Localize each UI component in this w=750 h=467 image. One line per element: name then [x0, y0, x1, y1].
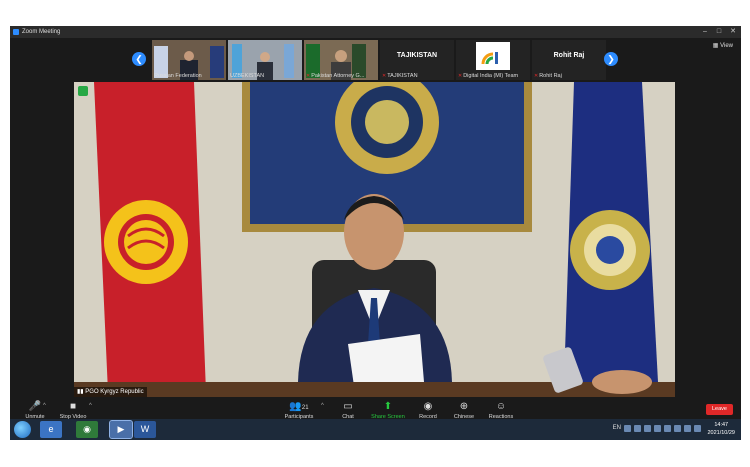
tray-icon[interactable] — [664, 425, 671, 432]
tray-icon[interactable] — [694, 425, 701, 432]
participant-thumbnail[interactable]: ✕Pakistan Attorney G... — [304, 40, 378, 80]
tray-icon[interactable] — [644, 425, 651, 432]
system-clock[interactable]: 14:47 2021/10/29 — [707, 421, 735, 437]
muted-mic-icon: ✕ — [534, 73, 539, 79]
zoom-window: Zoom Meeting – □ ✕ ❮ Russian Federation — [10, 26, 741, 438]
speaker-video-frame — [74, 82, 675, 397]
window-controls: – □ ✕ — [701, 28, 737, 36]
tray-icon[interactable] — [624, 425, 631, 432]
participant-name: ✕Pakistan Attorney G... — [306, 73, 365, 79]
wechat-icon[interactable]: ◉ — [76, 421, 98, 438]
muted-mic-icon: ✕ — [382, 73, 387, 79]
participant-display-name: Rohit Raj — [553, 52, 585, 59]
participant-name: ✕TAJIKISTAN — [382, 73, 418, 79]
view-button[interactable]: ▦ View — [713, 42, 733, 49]
smiley-plus-icon: ☺ — [495, 401, 507, 412]
title-bar: Zoom Meeting – □ ✕ — [10, 26, 741, 38]
tray-icon[interactable] — [684, 425, 691, 432]
zoom-taskbar-icon[interactable]: ▶ — [109, 420, 133, 439]
participant-name: UZBEKISTAN — [230, 73, 265, 79]
participant-thumbnail[interactable]: Rohit Raj ✕Rohit Raj — [532, 40, 606, 80]
internet-explorer-icon[interactable]: e — [40, 421, 62, 438]
muted-mic-icon: ✕ — [306, 73, 311, 79]
grid-icon: ▦ — [712, 43, 721, 49]
participant-thumbnail[interactable]: UZBEKISTAN — [228, 40, 302, 80]
active-speaker-video: ▮▮ PGO Kyrgyz Republic — [74, 82, 675, 397]
maximize-button[interactable]: □ — [715, 28, 723, 36]
window-title: Zoom Meeting — [22, 29, 61, 35]
speaker-nameplate: ▮▮ PGO Kyrgyz Republic — [74, 387, 147, 397]
encryption-shield-icon[interactable] — [78, 86, 88, 96]
participant-name: Russian Federation — [154, 73, 202, 79]
clock-date: 2021/10/29 — [707, 430, 735, 436]
participants-icon: 👥21 — [289, 401, 309, 412]
next-page-button[interactable]: ❯ — [604, 52, 618, 66]
tray-icon[interactable] — [674, 425, 681, 432]
participant-thumbnail[interactable]: Russian Federation — [152, 40, 226, 80]
participants-button[interactable]: 👥21 Participants — [274, 400, 324, 420]
previous-page-button[interactable]: ❮ — [132, 52, 146, 66]
input-language-indicator[interactable]: EN — [613, 425, 621, 431]
word-icon[interactable]: W — [134, 421, 156, 438]
participant-name: ✕Rohit Raj — [534, 73, 562, 79]
participant-display-name: TAJIKISTAN — [396, 52, 438, 59]
desk — [74, 382, 675, 397]
participant-thumbnail[interactable]: TAJIKISTAN ✕TAJIKISTAN — [380, 40, 454, 80]
audio-options-caret[interactable]: ^ — [43, 403, 46, 409]
participant-strip: ❮ Russian Federation UZBEKISTAN ✕Pakista… — [10, 38, 741, 84]
system-tray — [624, 425, 701, 432]
video-options-caret[interactable]: ^ — [89, 403, 92, 409]
reactions-button[interactable]: ☺ Reactions — [476, 400, 526, 420]
tray-icon[interactable] — [654, 425, 661, 432]
leave-button[interactable]: Leave — [706, 404, 733, 415]
participant-name: ✕Digital India (MI) Team — [458, 73, 519, 79]
participant-thumbnail[interactable]: ✕Digital India (MI) Team — [456, 40, 530, 80]
tray-icon[interactable] — [634, 425, 641, 432]
windows-start-icon[interactable] — [14, 421, 31, 438]
close-button[interactable]: ✕ — [729, 28, 737, 36]
windows-taskbar: e ◉ ▶ W EN 14:47 2021/10/29 — [10, 419, 741, 440]
minimize-button[interactable]: – — [701, 28, 709, 36]
clock-time: 14:47 — [714, 422, 729, 428]
zoom-logo-icon — [13, 29, 19, 35]
muted-mic-icon: ✕ — [458, 73, 463, 79]
